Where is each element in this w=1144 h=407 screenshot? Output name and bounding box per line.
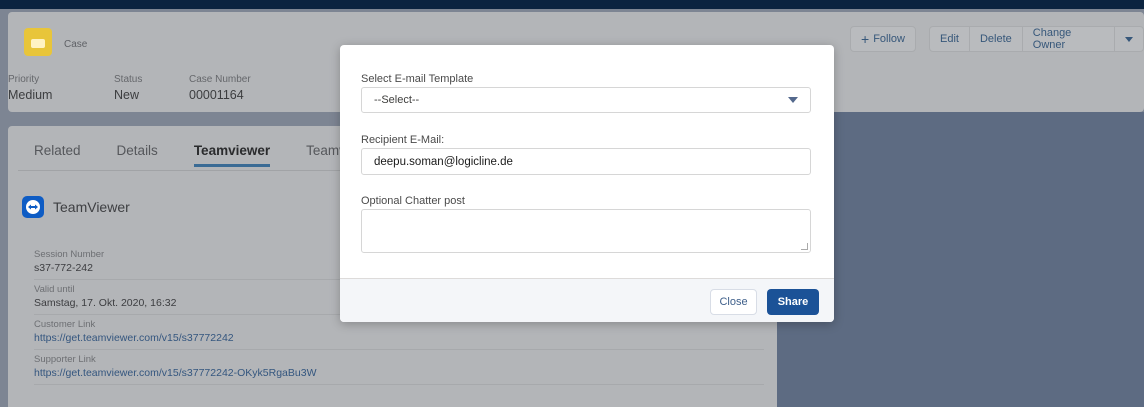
chevron-down-icon (1125, 36, 1133, 42)
status-value: New (114, 88, 140, 102)
supporter-link-label: Supporter Link (34, 354, 96, 365)
case-number-label: Case Number (189, 74, 251, 85)
tab-related[interactable]: Related (34, 143, 81, 167)
highlight-status: Status New (114, 74, 142, 102)
more-actions-button[interactable] (1115, 26, 1144, 52)
share-button[interactable]: Share (767, 289, 819, 315)
teamviewer-title: TeamViewer (53, 199, 130, 215)
object-type-label: Case (64, 39, 88, 50)
record-tabs: Related Details Teamviewer Teamvi (34, 143, 349, 167)
plus-icon: + (861, 31, 870, 47)
highlight-priority: Priority Medium (8, 74, 52, 102)
modal-footer: Close Share (340, 278, 834, 322)
priority-label: Priority (8, 74, 40, 85)
priority-value: Medium (8, 88, 53, 102)
status-label: Status (114, 74, 143, 85)
follow-label: Follow (873, 33, 905, 45)
recipient-email-field[interactable]: deepu.soman@logicline.de (361, 148, 811, 175)
highlight-case-number: Case Number 00001164 (189, 74, 251, 102)
global-header-bar (0, 0, 1144, 9)
chatter-label: Optional Chatter post (361, 195, 465, 207)
chatter-post-textarea[interactable] (361, 209, 811, 253)
record-actions: Edit Delete Change Owner (929, 26, 1144, 52)
follow-button[interactable]: + Follow (850, 26, 916, 52)
share-email-modal: Select E-mail Template --Select-- Recipi… (340, 45, 834, 322)
delete-button[interactable]: Delete (969, 26, 1023, 52)
supporter-link-item: Supporter Link https://get.teamviewer.co… (34, 354, 764, 385)
template-label: Select E-mail Template (361, 73, 474, 85)
chevron-down-icon (788, 97, 798, 103)
tab-teamviewer[interactable]: Teamviewer (193, 143, 271, 167)
teamviewer-logo-icon (22, 196, 44, 218)
customer-link-item: Customer Link https://get.teamviewer.com… (34, 319, 764, 350)
recipient-label: Recipient E-Mail: (361, 134, 445, 146)
resize-grip-icon[interactable] (801, 243, 808, 250)
template-select-value: --Select-- (374, 94, 420, 106)
follow-action: + Follow (850, 26, 916, 52)
edit-button[interactable]: Edit (929, 26, 970, 52)
email-template-select[interactable]: --Select-- (361, 87, 811, 113)
change-owner-button[interactable]: Change Owner (1022, 26, 1115, 52)
supporter-link[interactable]: https://get.teamviewer.com/v15/s37772242… (34, 367, 764, 379)
case-icon (24, 28, 52, 56)
case-number-value: 00001164 (189, 88, 244, 102)
customer-link[interactable]: https://get.teamviewer.com/v15/s37772242 (34, 332, 764, 344)
tab-details[interactable]: Details (117, 143, 158, 167)
close-button[interactable]: Close (710, 289, 757, 315)
